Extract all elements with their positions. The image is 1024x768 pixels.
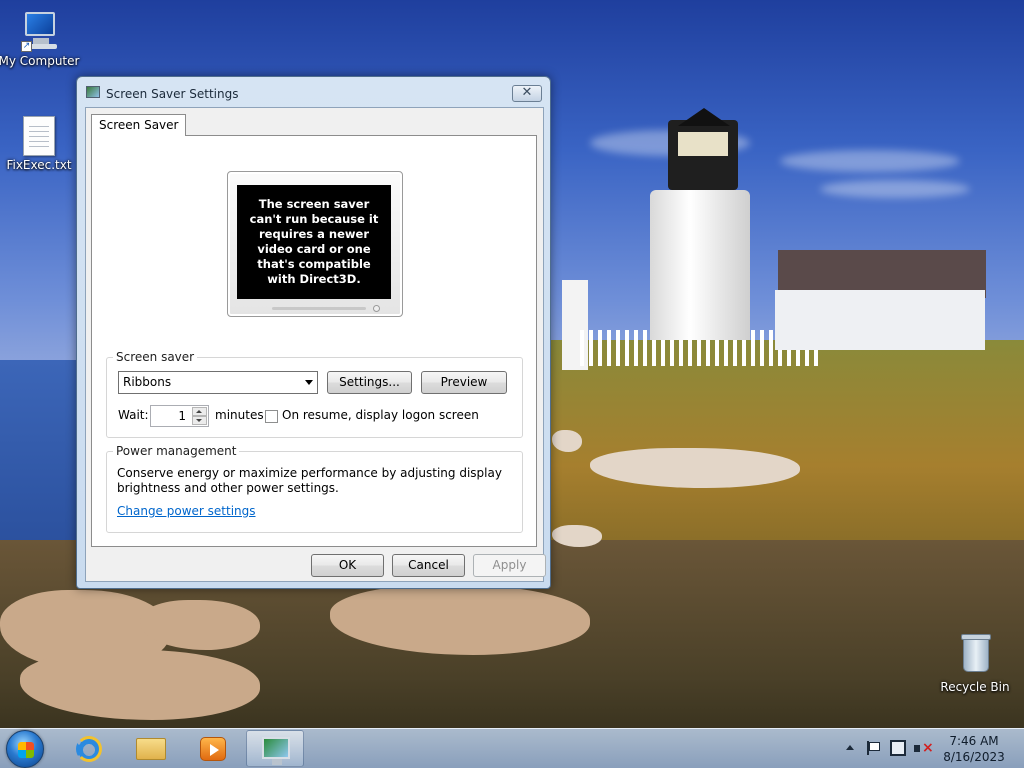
preview-message: The screen saver can't run because it re… — [237, 185, 391, 299]
wait-minutes-stepper[interactable]: 1 — [150, 405, 209, 427]
group-label: Power management — [113, 444, 240, 458]
screen-saver-settings-dialog: Screen Saver Settings ✕ Screen Saver The… — [76, 76, 551, 589]
dialog-client-area: Screen Saver The screen saver can't run … — [85, 107, 546, 582]
desktop-icon-label: FixExec.txt — [6, 158, 72, 172]
clock-time: 7:46 AM — [949, 734, 999, 748]
taskbar-screen-saver-settings[interactable] — [246, 730, 304, 767]
display-settings-icon — [262, 737, 290, 765]
change-power-settings-link[interactable]: Change power settings — [117, 504, 256, 518]
wait-label: Wait: — [118, 408, 149, 422]
minutes-label: minutes — [215, 408, 264, 422]
desktop-icon-my-computer[interactable]: ↗ My Computer — [0, 10, 81, 68]
screen-saver-group: Screen saver Ribbons Settings... Preview… — [106, 350, 523, 438]
close-button[interactable]: ✕ — [512, 85, 542, 102]
resume-logon-label[interactable]: On resume, display logon screen — [282, 408, 479, 422]
desktop-icon-fixexec[interactable]: FixExec.txt — [0, 116, 81, 172]
group-label: Screen saver — [113, 350, 198, 364]
dialog-titlebar[interactable]: Screen Saver Settings ✕ — [77, 77, 550, 107]
show-hidden-icons-icon[interactable] — [846, 745, 854, 750]
desktop-icon-recycle-bin[interactable]: Recycle Bin — [933, 632, 1017, 694]
spin-down-icon[interactable] — [192, 416, 207, 425]
recycle-bin-icon — [959, 632, 991, 674]
shortcut-arrow-icon: ↗ — [21, 41, 32, 52]
tab-page: The screen saver can't run because it re… — [91, 135, 537, 547]
clock-date: 8/16/2023 — [943, 750, 1005, 764]
taskbar-media-player[interactable] — [184, 730, 242, 767]
power-management-group: Power management Conserve energy or maxi… — [106, 444, 523, 533]
internet-explorer-icon — [76, 736, 102, 762]
display-settings-icon — [86, 86, 100, 98]
desktop-icon-label: Recycle Bin — [940, 680, 1010, 694]
preview-button[interactable]: Preview — [421, 371, 507, 394]
wait-minutes-value[interactable]: 1 — [178, 409, 186, 423]
taskbar-clock[interactable]: 7:46 AM 8/16/2023 — [938, 733, 1010, 765]
file-explorer-icon — [136, 738, 166, 760]
dialog-title: Screen Saver Settings — [106, 87, 239, 101]
start-button[interactable] — [6, 730, 44, 768]
screen-saver-preview-monitor: The screen saver can't run because it re… — [227, 171, 403, 317]
volume-muted-icon[interactable] — [914, 741, 934, 757]
settings-button[interactable]: Settings... — [327, 371, 412, 394]
close-icon: ✕ — [521, 85, 533, 100]
taskbar-file-explorer[interactable] — [122, 730, 180, 767]
power-light-icon — [373, 305, 380, 312]
taskbar: 7:46 AM 8/16/2023 — [0, 728, 1024, 768]
text-file-icon — [23, 116, 55, 156]
action-center-flag-icon[interactable] — [866, 741, 880, 755]
screen-saver-select[interactable]: Ribbons — [118, 371, 318, 394]
taskbar-internet-explorer[interactable] — [60, 730, 118, 767]
network-icon[interactable] — [890, 740, 906, 756]
power-description: Conserve energy or maximize performance … — [117, 466, 502, 495]
selected-screen-saver: Ribbons — [123, 375, 172, 389]
desktop-icon-label: My Computer — [0, 54, 80, 68]
apply-button[interactable]: Apply — [473, 554, 546, 577]
windows-logo-icon — [18, 742, 34, 758]
cancel-button[interactable]: Cancel — [392, 554, 465, 577]
ok-button[interactable]: OK — [311, 554, 384, 577]
tab-screen-saver[interactable]: Screen Saver — [91, 114, 187, 136]
chevron-down-icon — [305, 380, 313, 385]
media-player-icon — [200, 737, 226, 761]
computer-icon: ↗ — [19, 10, 59, 52]
spin-up-icon[interactable] — [192, 407, 207, 416]
resume-logon-checkbox[interactable] — [265, 410, 278, 423]
